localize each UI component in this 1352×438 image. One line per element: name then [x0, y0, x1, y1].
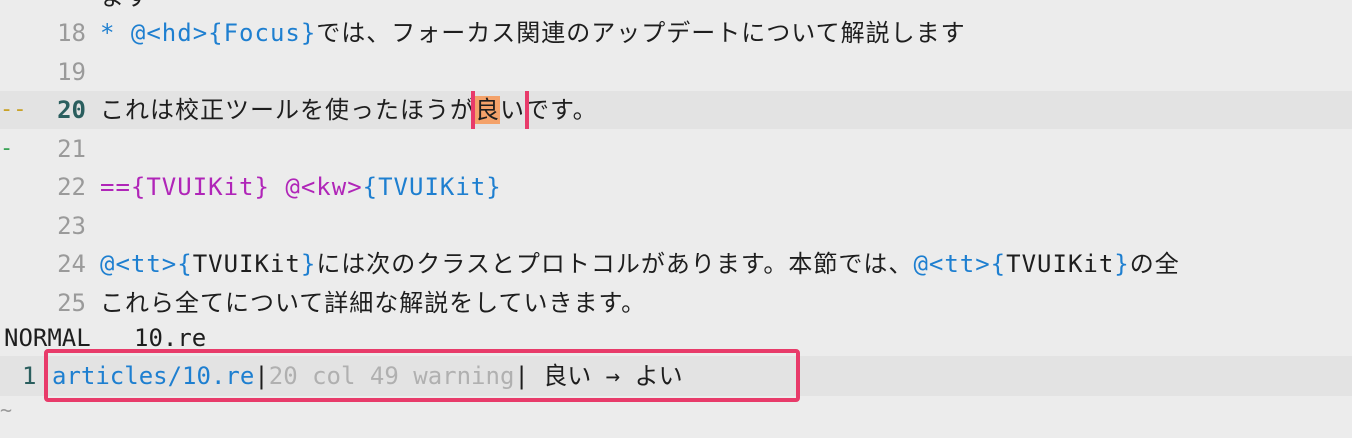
git-diff-sign: -	[0, 135, 14, 161]
buffer-line[interactable]: - 21	[0, 130, 1352, 168]
text-token: には次のクラスとプロトコルがあります。本節では、	[316, 250, 914, 278]
end-of-buffer-marker: ~	[0, 398, 13, 422]
text-token: TVUIKit	[192, 250, 301, 278]
buffer-line[interactable]: -- 20 これは校正ツールを使ったほうが良い です。	[0, 91, 1352, 129]
line-text[interactable]: これは校正ツールを使ったほうが良い です。	[100, 91, 598, 129]
vim-editor[interactable]: ます 18 * @<hd>{Focus}では、フォーカス関連のアップデートについ…	[0, 0, 1352, 438]
text-token: これら全てについて詳細な解説をしていきます。	[100, 288, 647, 317]
line-text[interactable]: * @<hd>{Focus}では、フォーカス関連のアップデートについて解説します	[100, 14, 966, 52]
text-token: これは校正ツールを使ったほうが	[100, 96, 475, 124]
annotation-highlight-box	[471, 91, 529, 129]
markup-token: @<tt>{	[913, 250, 1007, 278]
buffer-line[interactable]: 23	[0, 207, 1352, 245]
line-number: 24	[57, 250, 86, 278]
buffer-line[interactable]: 25 これら全てについて詳細な解説をしていきます。	[0, 284, 1352, 322]
text-token: の全	[1129, 250, 1180, 278]
markup-token: =={TVUIKit}	[100, 173, 286, 201]
line-number: 18	[57, 19, 86, 47]
quickfix-line-number: 1	[22, 362, 37, 390]
git-diff-sign: --	[0, 97, 27, 122]
markup-token: {TVUIKit}	[362, 173, 502, 201]
line-number: 23	[57, 211, 86, 240]
line-number: 21	[57, 134, 86, 163]
markup-token: }	[1114, 250, 1130, 278]
line-number: 22	[57, 173, 86, 201]
warned-word[interactable]: 良い	[471, 91, 529, 129]
line-text[interactable]: @<tt>{TVUIKit}には次のクラスとプロトコルがあります。本節では、@<…	[100, 245, 1180, 283]
buffer-line[interactable]: 19	[0, 53, 1352, 91]
markup-token: }	[300, 250, 317, 278]
line-number: 19	[57, 57, 86, 86]
text-token: TVUIKit	[1006, 250, 1115, 278]
line-number: 25	[57, 288, 86, 317]
line-number: 20	[57, 96, 86, 124]
text-token: です。	[525, 96, 598, 124]
text-token: では、フォーカス関連のアップデートについて解説します	[316, 19, 966, 47]
buffer-line[interactable]: 18 * @<hd>{Focus}では、フォーカス関連のアップデートについて解説…	[0, 14, 1352, 52]
buffer-line[interactable]: 22 =={TVUIKit} @<kw>{TVUIKit}	[0, 168, 1352, 206]
annotation-highlight-box	[44, 349, 800, 402]
markup-token: @<tt>{	[100, 250, 193, 278]
line-text[interactable]: =={TVUIKit} @<kw>{TVUIKit}	[100, 168, 502, 206]
buffer-line[interactable]: 24 @<tt>{TVUIKit}には次のクラスとプロトコルがあります。本節では、…	[0, 245, 1352, 283]
markup-token: * @<hd>{Focus}	[100, 19, 317, 47]
markup-token: @<kw>	[285, 173, 363, 201]
line-text[interactable]: これら全てについて詳細な解説をしていきます。	[100, 284, 646, 322]
